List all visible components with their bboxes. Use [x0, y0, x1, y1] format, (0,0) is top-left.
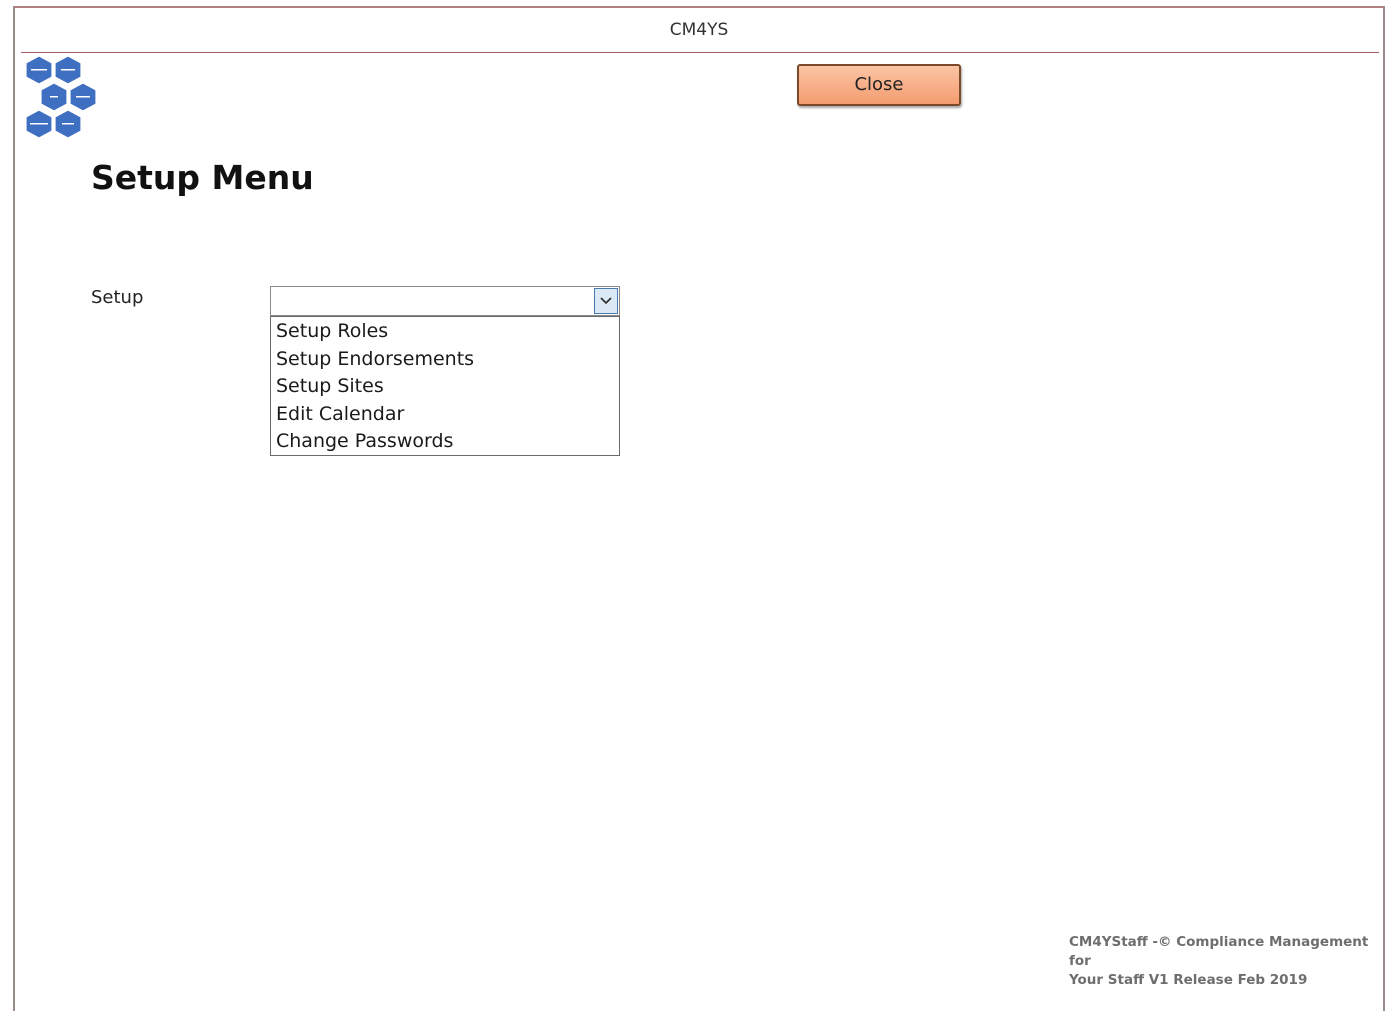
setup-label: Setup [91, 287, 144, 308]
option-edit-calendar[interactable]: Edit Calendar [271, 401, 619, 429]
footer-line-1: CM4YStaff -© Compliance Management for [1069, 934, 1369, 969]
dropdown-button[interactable] [594, 288, 618, 314]
app-window: CM4YS Close Setup Menu Setup Setup Roles… [13, 6, 1385, 1011]
footer-copyright: CM4YStaff -© Compliance Management for Y… [1069, 933, 1369, 990]
setup-options-list: Setup Roles Setup Endorsements Setup Sit… [270, 316, 620, 456]
setup-combobox[interactable] [270, 286, 620, 316]
hexagon-logo-icon [21, 54, 101, 144]
option-setup-roles[interactable]: Setup Roles [271, 318, 619, 346]
close-button[interactable]: Close [797, 64, 961, 106]
chevron-down-icon [600, 297, 612, 305]
title-divider [21, 52, 1379, 53]
option-setup-sites[interactable]: Setup Sites [271, 373, 619, 401]
window-title: CM4YS [669, 20, 729, 40]
option-setup-endorsements[interactable]: Setup Endorsements [271, 346, 619, 374]
page-title: Setup Menu [91, 158, 314, 197]
footer-line-2: Your Staff V1 Release Feb 2019 [1069, 972, 1308, 988]
option-change-passwords[interactable]: Change Passwords [271, 428, 619, 456]
